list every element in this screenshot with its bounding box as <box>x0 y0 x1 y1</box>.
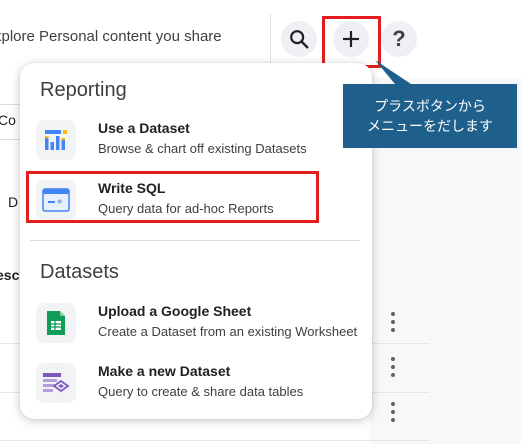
annotation-callout: プラスボタンから メニューをだします <box>343 84 517 148</box>
callout-pointer <box>375 60 420 90</box>
